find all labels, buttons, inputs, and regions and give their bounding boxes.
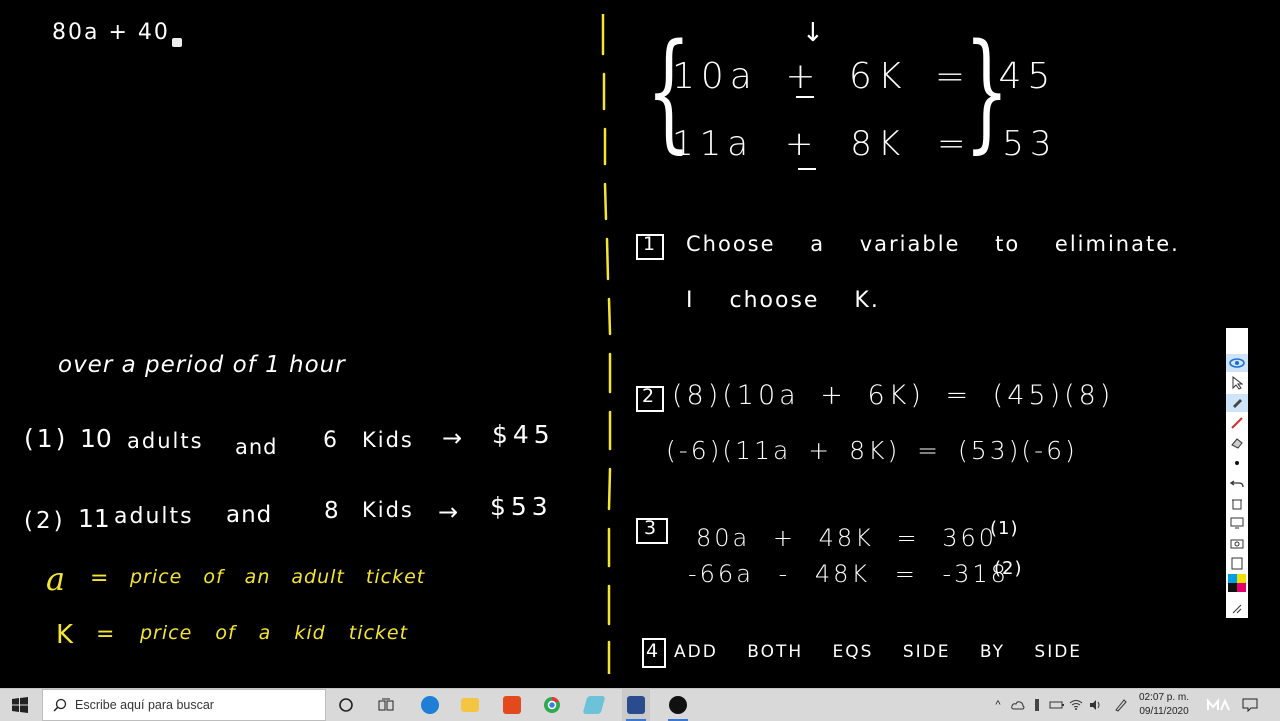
chrome-app-icon[interactable]	[538, 689, 566, 721]
cortana-icon[interactable]	[332, 689, 360, 721]
equation-tag-2: (2)	[994, 558, 1023, 579]
and-word: and	[235, 435, 278, 459]
equals-sign: =	[90, 566, 109, 591]
volume-icon[interactable]	[1088, 689, 1104, 721]
equation-tag-1: (1)	[990, 518, 1019, 539]
heading-period: over a period of 1 hour	[58, 352, 346, 378]
system-equation-1: 10a + 6K = 45	[672, 56, 1057, 97]
windows-start-icon[interactable]	[0, 689, 40, 721]
whiteboard-canvas[interactable]: 80a + 40 over a period of 1 hour (1) 10 …	[0, 0, 1280, 688]
epic-pen-app-icon[interactable]	[664, 689, 692, 721]
system-equation-2: 11a + 8K = 53	[672, 124, 1058, 164]
kids-word: Kids	[362, 498, 414, 522]
eye-icon[interactable]	[1226, 354, 1248, 372]
task-view-icon[interactable]	[372, 689, 400, 721]
step-3-line-2: -66a - 48K = -318	[688, 560, 1009, 588]
palette-icon[interactable]	[1226, 574, 1248, 592]
variable-k: K	[56, 620, 74, 650]
taskbar-search-box[interactable]: Escribe aquí para buscar	[42, 689, 326, 721]
recorder-app-icon[interactable]	[622, 689, 650, 721]
top-expression: 80a + 40	[52, 20, 170, 45]
trash-icon[interactable]	[1226, 494, 1248, 512]
adults-word: adults	[114, 504, 194, 529]
step-1-choice: I choose K.	[686, 288, 880, 313]
line-icon[interactable]	[1226, 414, 1248, 432]
cursor-icon[interactable]	[1226, 374, 1248, 392]
underline-8	[798, 168, 816, 170]
eraser-icon[interactable]	[1226, 434, 1248, 452]
undo-icon[interactable]	[1226, 474, 1248, 492]
screen-icon[interactable]	[1226, 514, 1248, 532]
windows-taskbar: Escribe aquí para buscar ^ 02:07 p. m. 0…	[0, 688, 1280, 721]
clock-time: 02:07 p. m.	[1138, 692, 1190, 703]
definition-text: price of an adult ticket	[130, 566, 426, 588]
file-explorer-icon[interactable]	[456, 689, 484, 721]
adult-count: 11	[78, 504, 110, 533]
office-app-icon[interactable]	[498, 689, 526, 721]
battery-icon[interactable]	[1048, 689, 1066, 721]
camera-icon[interactable]	[1226, 534, 1248, 552]
network-icon[interactable]	[1068, 689, 1084, 721]
kid-count: 6	[323, 428, 337, 453]
step-3-line-1: 80a + 48K = 360	[696, 524, 998, 552]
statement-number: (2)	[24, 508, 66, 534]
highlighter-icon[interactable]	[1226, 394, 1248, 412]
clock[interactable]: 02:07 p. m. 09/11/2020	[1136, 691, 1192, 719]
clipboard-icon[interactable]	[1226, 554, 1248, 572]
kid-count: 8	[324, 498, 339, 524]
adults-word: adults	[127, 429, 204, 453]
step-1-number: 1	[643, 233, 656, 255]
notes-app-icon[interactable]	[580, 689, 608, 721]
step-1-text: Choose a variable to eliminate.	[686, 232, 1180, 256]
usb-icon[interactable]	[1030, 689, 1044, 721]
kids-word: Kids	[362, 428, 414, 452]
equals-sign: =	[96, 622, 115, 647]
arrow-icon: →	[442, 424, 463, 452]
price-total: $53	[490, 492, 553, 521]
definition-text: price of a kid ticket	[140, 622, 409, 644]
arrow-icon: →	[438, 498, 459, 526]
step-2-line-1: (8)(10a + 6K) = (45)(8)	[672, 380, 1115, 411]
price-total: $45	[492, 420, 555, 449]
and-word: and	[226, 502, 273, 528]
dot-icon[interactable]	[1226, 454, 1248, 472]
step-3-number: 3	[644, 517, 657, 539]
step-2-line-2: (-6)(11a + 8K) = (53)(-6)	[666, 436, 1078, 465]
step-2-number: 2	[642, 385, 655, 407]
resize-icon[interactable]	[1226, 600, 1248, 618]
adult-count: 10	[80, 424, 112, 453]
notification-icon[interactable]	[1240, 689, 1260, 721]
recorder-logo-icon	[1200, 689, 1236, 721]
variable-a: a	[46, 560, 66, 598]
search-icon	[53, 698, 67, 712]
cloud-icon[interactable]	[1010, 689, 1026, 721]
chevron-up-icon[interactable]: ^	[990, 689, 1006, 721]
clock-date: 09/11/2020	[1139, 706, 1189, 717]
pen-cursor-icon	[172, 38, 182, 47]
pen-ink-icon[interactable]	[1112, 689, 1130, 721]
step-4-number: 4	[646, 640, 659, 662]
underline-6	[796, 96, 814, 98]
edge-app-icon[interactable]	[416, 689, 444, 721]
statement-number: (1)	[24, 424, 69, 453]
dashed-divider	[601, 14, 612, 674]
step-4-text: ADD BOTH EQS SIDE BY SIDE	[674, 642, 1083, 662]
down-arrow-icon: ↓	[802, 18, 824, 48]
search-placeholder: Escribe aquí para buscar	[75, 698, 214, 712]
